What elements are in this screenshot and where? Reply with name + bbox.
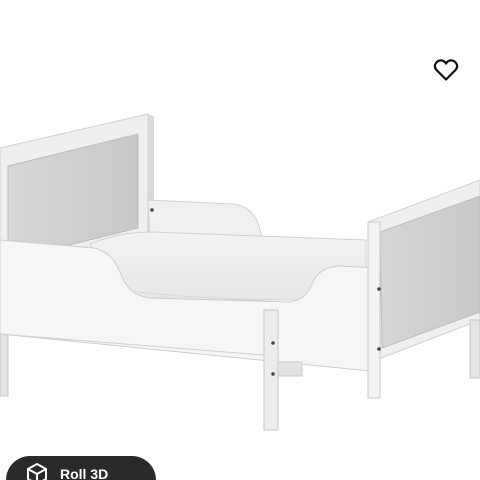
- cube-rotate-icon: [27, 462, 47, 480]
- view-3d-button[interactable]: Roll 3D: [6, 456, 156, 480]
- heart-outline-icon: [433, 59, 459, 81]
- favorite-button[interactable]: [426, 52, 466, 88]
- product-detail-screen: Roll 3D: [0, 0, 480, 480]
- footboard: [367, 179, 480, 399]
- view-3d-label: Roll 3D: [60, 466, 109, 480]
- product-image[interactable]: [0, 0, 480, 480]
